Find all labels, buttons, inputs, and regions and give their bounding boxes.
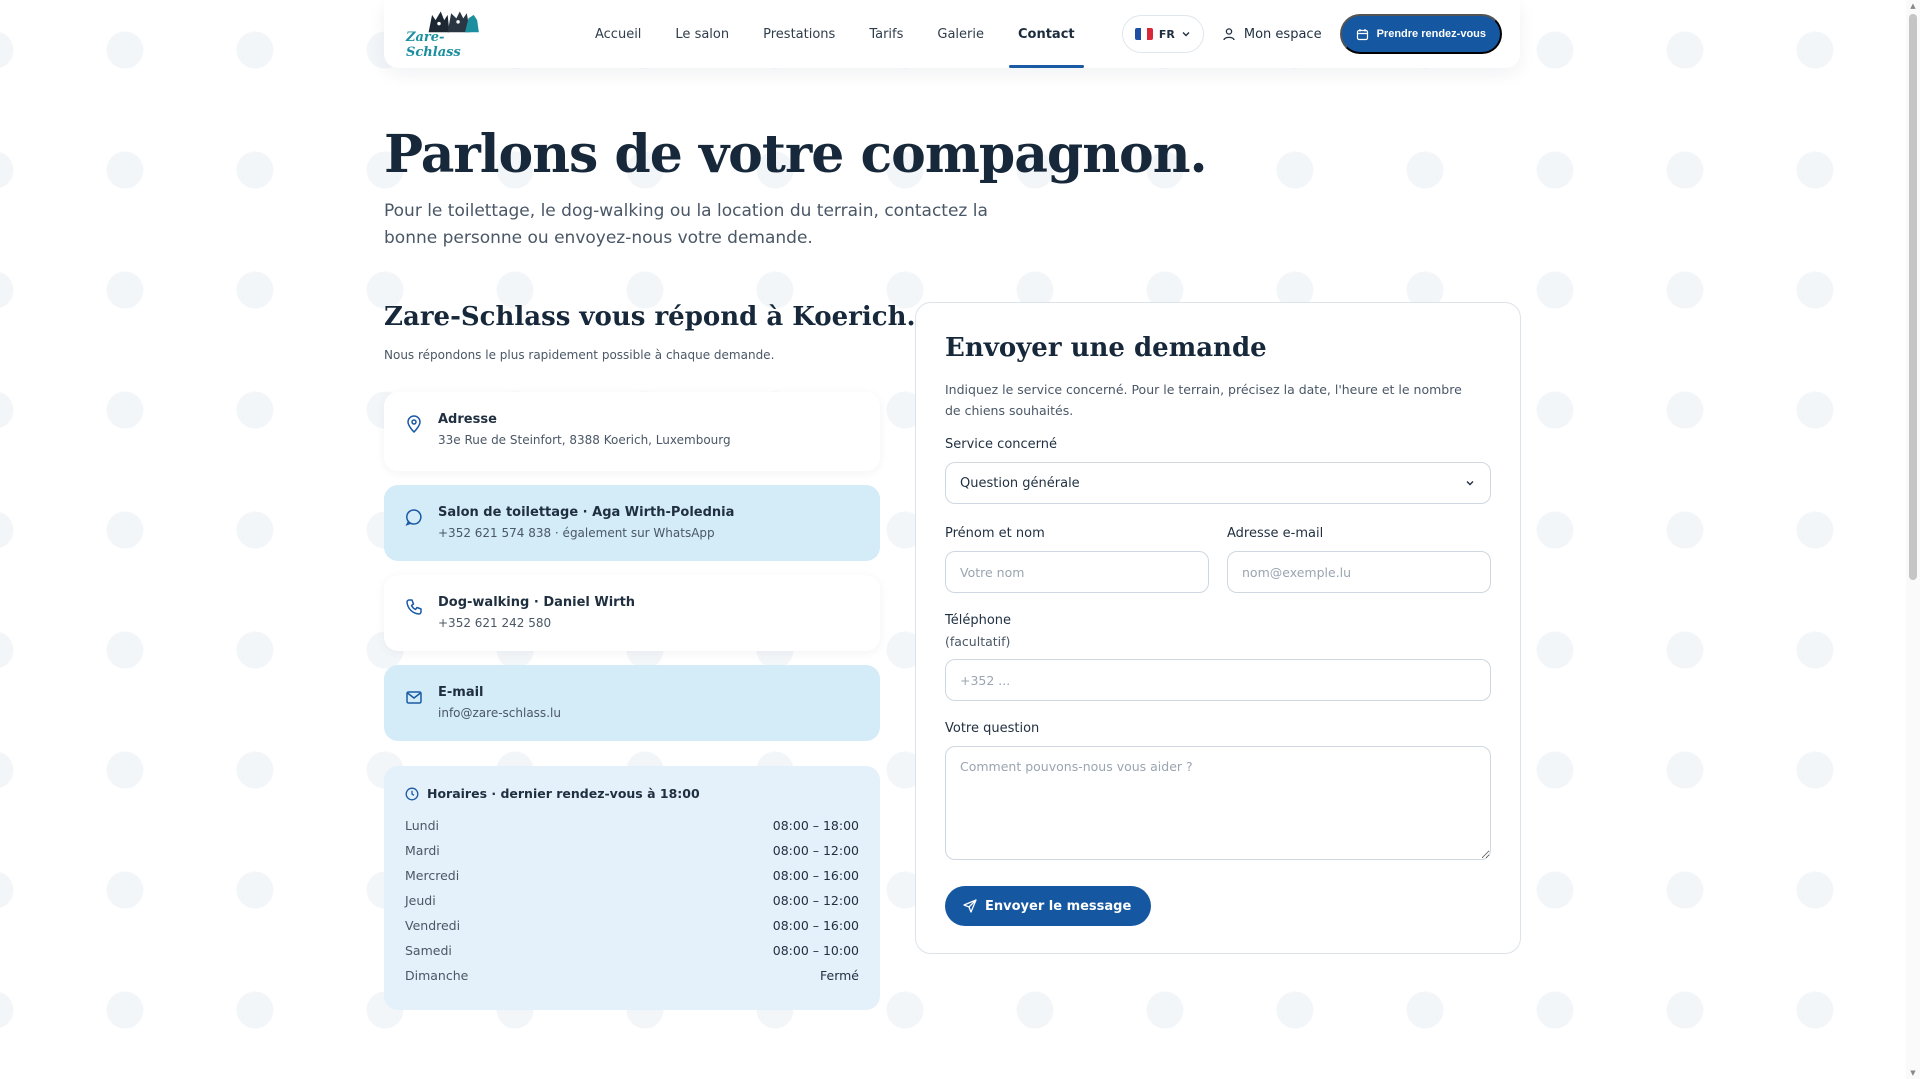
address-card: Adresse 33e Rue de Steinfort, 8388 Koeri… (384, 392, 880, 471)
nav-prestations[interactable]: Prestations (746, 0, 852, 68)
hours-day: Vendredi (405, 918, 461, 933)
opening-hours-card: Horaires · dernier rendez-vous à 18:00 L… (384, 766, 880, 1010)
page-scrollbar[interactable]: ▲ ▼ (1906, 0, 1920, 1079)
hours-day: Dimanche (405, 968, 469, 983)
scroll-down-arrow-icon[interactable]: ▼ (1909, 1069, 1917, 1077)
language-code: FR (1158, 27, 1175, 41)
page-subtitle: Pour le toilettage, le dog-walking ou la… (384, 201, 988, 248)
opening-hours-title: Horaires · dernier rendez-vous à 18:00 (427, 786, 700, 801)
account-label: Mon espace (1243, 26, 1322, 42)
site-logo[interactable]: Zare-Schlass (406, 8, 498, 60)
hours-time: 08:00 – 16:00 (772, 868, 859, 883)
hours-row: Jeudi 08:00 – 12:00 (405, 888, 859, 913)
hours-time: 08:00 – 16:00 (772, 918, 859, 933)
chevron-down-icon (1182, 32, 1190, 37)
dog-walking-title: Dog-walking · Daniel Wirth (438, 595, 636, 610)
nav-tarifs[interactable]: Tarifs (852, 0, 920, 68)
phone-optional-note: (facultatif) (945, 634, 1011, 649)
contact-section-subtitle: Nous répondons le plus rapidement possib… (384, 348, 775, 362)
contact-form: Envoyer une demande Indiquez le service … (915, 302, 1521, 954)
email-card[interactable]: E-mail info@zare-schlass.lu (384, 665, 880, 741)
user-icon (1223, 28, 1235, 41)
email-input[interactable] (1227, 551, 1491, 593)
form-title: Envoyer une demande (945, 333, 1267, 363)
phone-input[interactable] (945, 659, 1491, 701)
hours-day: Jeudi (405, 893, 436, 908)
send-message-label: Envoyer le message (985, 898, 1132, 914)
hours-row: Mercredi 08:00 – 16:00 (405, 863, 859, 888)
email-title: E-mail (438, 685, 484, 700)
book-appointment-button[interactable]: Prendre rendez-vous (1339, 14, 1502, 54)
hours-day: Lundi (405, 818, 439, 833)
dog-walking-phone[interactable]: +352 621 242 580 (438, 616, 635, 630)
send-message-button[interactable]: Envoyer le message (945, 886, 1152, 926)
main-nav: Accueil Le salon Prestations Tarifs Gale… (578, 0, 1092, 68)
service-label: Service concerné (945, 437, 1058, 452)
hours-time: 08:00 – 12:00 (772, 893, 859, 908)
service-select[interactable]: Question générale (945, 462, 1491, 504)
question-label: Votre question (945, 721, 1040, 736)
service-selected-value: Question générale (960, 475, 1080, 491)
page-title: Parlons de votre compagnon. (384, 124, 1208, 185)
logo-text: Zare-Schlass (406, 30, 461, 60)
email-value[interactable]: info@zare-schlass.lu (438, 706, 561, 720)
paper-plane-icon (963, 899, 977, 913)
chat-bubble-icon (405, 509, 422, 526)
scroll-up-arrow-icon[interactable]: ▲ (1909, 2, 1917, 10)
phone-label: Téléphone (945, 613, 1012, 628)
hours-row: Dimanche Fermé (405, 963, 859, 988)
map-pin-icon (407, 415, 421, 434)
account-link[interactable]: Mon espace (1222, 27, 1322, 42)
dog-walking-card[interactable]: Dog-walking · Daniel Wirth +352 621 242 … (384, 575, 880, 651)
clock-icon (405, 787, 419, 800)
calendar-icon (1356, 28, 1368, 40)
language-selector[interactable]: FR (1121, 15, 1204, 53)
nav-contact[interactable]: Contact (1001, 0, 1092, 68)
hours-day: Mercredi (405, 868, 460, 883)
mail-icon (406, 691, 422, 704)
name-label: Prénom et nom (945, 526, 1045, 541)
hours-time: 08:00 – 12:00 (772, 843, 859, 858)
hours-time: Fermé (820, 968, 859, 983)
hours-day: Samedi (405, 943, 452, 958)
hours-row: Samedi 08:00 – 10:00 (405, 938, 859, 963)
name-email-row: Prénom et nom Adresse e-mail (945, 526, 1491, 593)
hours-day: Mardi (405, 843, 440, 858)
question-textarea[interactable] (945, 746, 1491, 860)
chevron-down-icon (1466, 481, 1474, 486)
email-label: Adresse e-mail (1227, 526, 1324, 541)
hours-time: 08:00 – 10:00 (772, 943, 859, 958)
site-header: Zare-Schlass Accueil Le salon Prestation… (384, 0, 1520, 68)
scroll-thumb[interactable] (1909, 14, 1917, 580)
hours-row: Vendredi 08:00 – 16:00 (405, 913, 859, 938)
nav-le-salon[interactable]: Le salon (658, 0, 746, 68)
name-input[interactable] (945, 551, 1209, 593)
address-value: 33e Rue de Steinfort, 8388 Koerich, Luxe… (438, 433, 731, 447)
grooming-salon-title: Salon de toilettage · Aga Wirth-Polednia (438, 505, 735, 520)
address-title: Adresse (438, 412, 497, 427)
grooming-salon-phone[interactable]: +352 621 574 838 · également sur WhatsAp… (438, 526, 734, 540)
hours-row: Lundi 08:00 – 18:00 (405, 813, 859, 838)
hours-row: Mardi 08:00 – 12:00 (405, 838, 859, 863)
opening-hours-header: Horaires · dernier rendez-vous à 18:00 (405, 786, 859, 801)
form-description: Indiquez le service concerné. Pour le te… (945, 382, 1462, 418)
nav-accueil[interactable]: Accueil (578, 0, 658, 68)
grooming-salon-card[interactable]: Salon de toilettage · Aga Wirth-Polednia… (384, 485, 880, 561)
phone-icon (406, 599, 422, 615)
france-flag-icon (1134, 28, 1153, 40)
hours-time: 08:00 – 18:00 (772, 818, 859, 833)
contact-section-title: Zare-Schlass vous répond à Koerich. (384, 302, 916, 332)
book-appointment-label: Prendre rendez-vous (1376, 28, 1486, 40)
nav-galerie[interactable]: Galerie (920, 0, 1001, 68)
